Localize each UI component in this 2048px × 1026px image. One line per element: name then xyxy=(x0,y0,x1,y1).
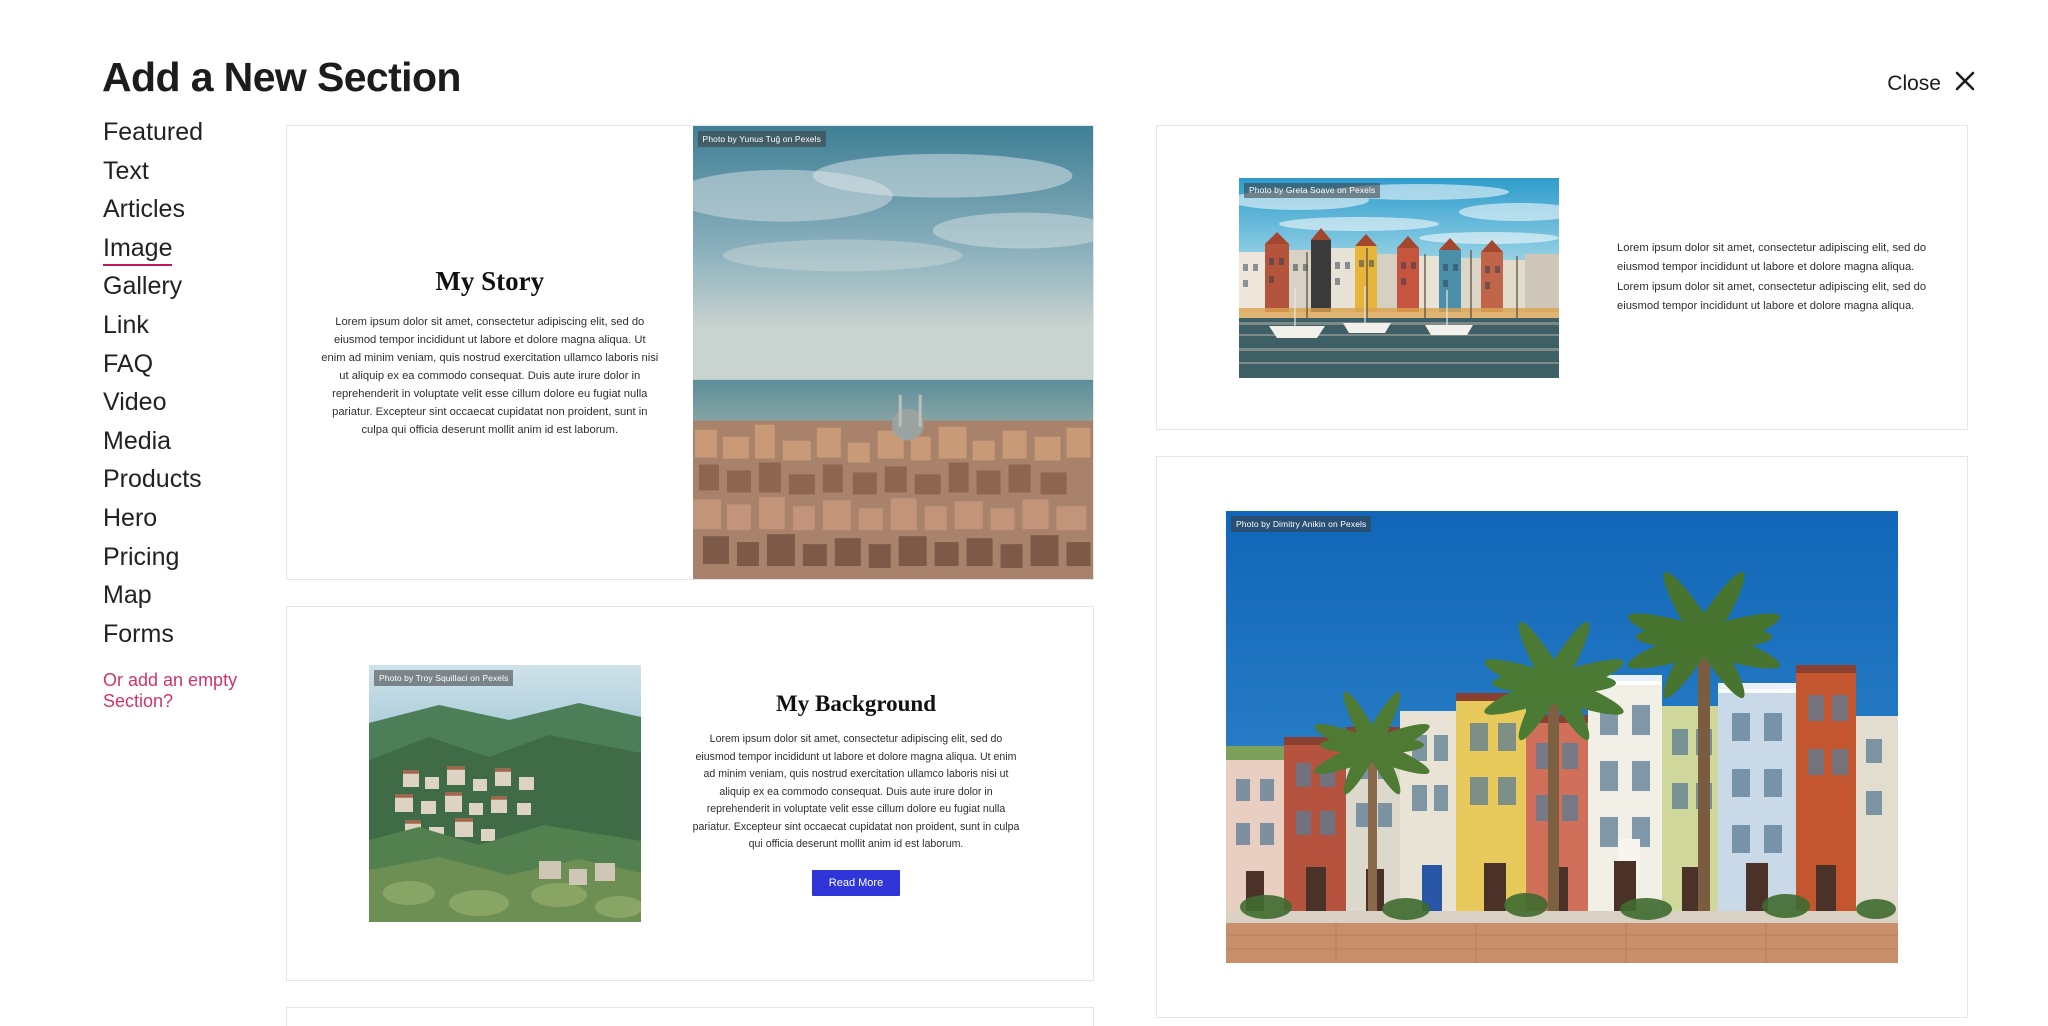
card-image: Photo by Troy Squillaci on Pexels xyxy=(369,665,641,922)
nav-row: Media xyxy=(103,428,293,468)
nav-row: Video xyxy=(103,390,293,429)
card-body: Lorem ipsum dolor sit amet, consectetur … xyxy=(692,733,1020,851)
read-more-button[interactable]: Read More xyxy=(811,869,901,896)
sidebar-item-video[interactable]: Video xyxy=(103,390,167,415)
card-text-block: My Story Lorem ipsum dolor sit amet, con… xyxy=(287,126,693,579)
sidebar-item-hero[interactable]: Hero xyxy=(103,505,157,531)
sidebar-item-faq[interactable]: FAQ xyxy=(103,351,153,377)
card-image: Photo by Yunus Tuğ on Pexels xyxy=(692,126,1093,579)
card-text-block: Lorem ipsum dolor sit amet, consectetur … xyxy=(1617,239,1929,315)
sidebar-item-text[interactable]: Text xyxy=(103,158,149,184)
photo-credit-badge: Photo by Dimitry Anikin on Pexels xyxy=(1231,516,1372,532)
add-empty-section-link[interactable]: Or add an empty Section? xyxy=(103,670,253,711)
close-x-icon xyxy=(1954,70,1976,98)
template-card-partial[interactable] xyxy=(286,1007,1094,1026)
card-heading: My Background xyxy=(776,691,936,717)
templates-column-left: My Story Lorem ipsum dolor sit amet, con… xyxy=(286,125,1094,1026)
photo-credit-badge: Photo by Yunus Tuğ on Pexels xyxy=(697,131,826,147)
close-button-label: Close xyxy=(1887,72,1941,95)
close-button[interactable]: Close xyxy=(1887,70,1976,98)
photo-nyhavn-harbour xyxy=(1239,177,1559,378)
add-section-modal: Add a New Section Close Featured Text Ar… xyxy=(0,0,2048,1026)
nav-row: Pricing xyxy=(103,544,293,584)
photo-coastal-village xyxy=(369,665,641,922)
nav-row: Image xyxy=(103,235,293,275)
photo-villajoyosa-facades xyxy=(1226,511,1898,963)
nav-row: Articles xyxy=(103,197,293,236)
nav-row: Forms xyxy=(103,621,293,661)
template-card-image-with-text[interactable]: Photo by Greta Soave on Pexels Lorem ips… xyxy=(1156,125,1968,430)
nav-row: FAQ xyxy=(103,351,293,391)
card-image: Photo by Dimitry Anikin on Pexels xyxy=(1226,511,1898,963)
section-type-sidebar: Featured Text Articles Image Gallery Lin… xyxy=(103,120,293,712)
card-text-block: My Background Lorem ipsum dolor sit amet… xyxy=(691,691,1021,896)
nav-row: Gallery xyxy=(103,274,293,313)
page-title: Add a New Section xyxy=(102,54,461,100)
nav-row: Products xyxy=(103,467,293,506)
sidebar-item-pricing[interactable]: Pricing xyxy=(103,544,179,570)
template-card-my-story[interactable]: My Story Lorem ipsum dolor sit amet, con… xyxy=(286,125,1094,580)
sidebar-item-featured[interactable]: Featured xyxy=(103,120,203,145)
sidebar-item-forms[interactable]: Forms xyxy=(103,621,174,647)
sidebar-item-media[interactable]: Media xyxy=(103,428,171,454)
nav-row: Link xyxy=(103,312,293,352)
sidebar-item-articles[interactable]: Articles xyxy=(103,197,185,222)
card-heading: My Story xyxy=(435,265,545,296)
templates-column-right: Photo by Greta Soave on Pexels Lorem ips… xyxy=(1156,125,1968,1026)
photo-credit-badge: Photo by Troy Squillaci on Pexels xyxy=(374,670,514,686)
template-card-my-background[interactable]: Photo by Troy Squillaci on Pexels My Bac… xyxy=(286,606,1094,981)
template-card-full-image[interactable]: Photo by Dimitry Anikin on Pexels xyxy=(1156,456,1968,1018)
sidebar-item-link[interactable]: Link xyxy=(103,312,149,338)
nav-row: Hero xyxy=(103,505,293,545)
nav-row: Featured xyxy=(103,120,293,159)
nav-row: Text xyxy=(103,158,293,198)
card-body: Lorem ipsum dolor sit amet, consectetur … xyxy=(321,315,659,437)
sidebar-item-products[interactable]: Products xyxy=(103,467,202,492)
photo-cityscape-bosphorus xyxy=(692,126,1093,579)
sidebar-item-image[interactable]: Image xyxy=(103,235,173,266)
nav-row: Map xyxy=(103,583,293,622)
card-body: Lorem ipsum dolor sit amet, consectetur … xyxy=(1617,242,1927,312)
sidebar-item-gallery[interactable]: Gallery xyxy=(103,274,182,299)
sidebar-item-map[interactable]: Map xyxy=(103,583,152,608)
card-image: Photo by Greta Soave on Pexels xyxy=(1239,177,1559,378)
photo-credit-badge: Photo by Greta Soave on Pexels xyxy=(1244,182,1381,198)
